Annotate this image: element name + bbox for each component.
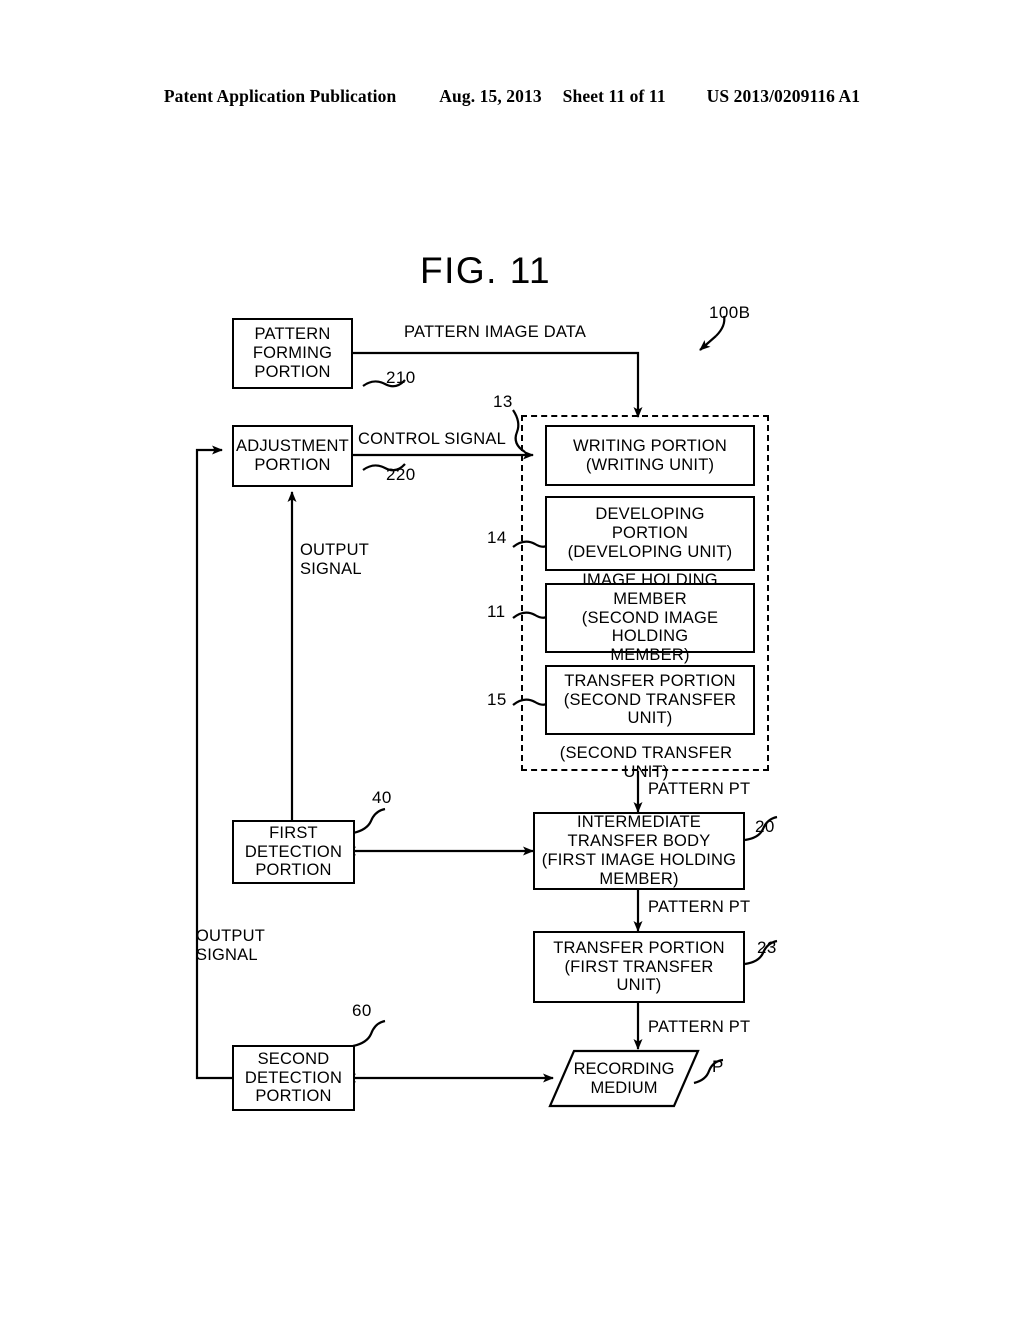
ref-23: 23 <box>757 938 777 957</box>
ref-220: 220 <box>386 465 416 484</box>
ref-15: 15 <box>487 690 507 709</box>
node-image-holding-member[interactable]: IMAGE HOLDING MEMBER (SECOND IMAGE HOLDI… <box>545 571 755 664</box>
figure-diagram <box>0 0 1024 1320</box>
node-second-detection-portion-label: SECOND DETECTION PORTION <box>244 1049 343 1106</box>
ref-20: 20 <box>755 817 775 836</box>
node-transfer-portion-second-label: TRANSFER PORTION (SECOND TRANSFER UNIT) <box>563 671 737 728</box>
label-pattern-pt-3: PATTERN PT <box>648 1018 751 1036</box>
label-output-signal-lower: OUTPUT SIGNAL <box>196 927 266 964</box>
node-first-detection-portion-label: FIRST DETECTION PORTION <box>244 823 343 880</box>
ref-100B: 100B <box>709 303 751 322</box>
label-output-signal-upper: OUTPUT SIGNAL <box>300 541 370 578</box>
group-second-transfer-unit-label: (SECOND TRANSFER UNIT) <box>559 744 733 781</box>
ref-210: 210 <box>386 368 416 387</box>
node-transfer-portion-first-label: TRANSFER PORTION (FIRST TRANSFER UNIT) <box>553 938 725 995</box>
node-intermediate-transfer-body-label: INTERMEDIATE TRANSFER BODY (FIRST IMAGE … <box>541 813 737 888</box>
node-recording-medium[interactable]: RECORDING MEDIUM <box>548 1049 700 1108</box>
label-pattern-image-data: PATTERN IMAGE DATA <box>404 323 587 341</box>
node-second-detection-portion[interactable]: SECOND DETECTION PORTION <box>232 1045 355 1111</box>
leader-60 <box>352 1019 386 1048</box>
label-pattern-pt-1: PATTERN PT <box>648 780 751 798</box>
edge-output-signal-lower <box>195 445 232 1080</box>
node-transfer-portion-first[interactable]: TRANSFER PORTION (FIRST TRANSFER UNIT) <box>533 931 745 1003</box>
node-first-detection-portion[interactable]: FIRST DETECTION PORTION <box>232 820 355 884</box>
node-image-holding-member-label: IMAGE HOLDING MEMBER (SECOND IMAGE HOLDI… <box>581 571 719 665</box>
ref-14: 14 <box>487 528 507 547</box>
ref-40: 40 <box>372 788 392 807</box>
node-pattern-forming-portion-label: PATTERN FORMING PORTION <box>252 325 333 381</box>
node-adjustment-portion[interactable]: ADJUSTMENT PORTION <box>232 425 353 487</box>
node-transfer-portion-second[interactable]: TRANSFER PORTION (SECOND TRANSFER UNIT) <box>545 665 755 735</box>
connector-layer <box>195 315 778 1085</box>
label-pattern-pt-2: PATTERN PT <box>648 898 751 916</box>
node-developing-portion-label: DEVELOPING PORTION (DEVELOPING UNIT) <box>567 505 733 561</box>
node-intermediate-transfer-body[interactable]: INTERMEDIATE TRANSFER BODY (FIRST IMAGE … <box>533 812 745 890</box>
node-writing-portion[interactable]: WRITING PORTION (WRITING UNIT) <box>545 425 755 486</box>
ref-60: 60 <box>352 1001 372 1020</box>
node-pattern-forming-portion[interactable]: PATTERN FORMING PORTION <box>232 318 353 389</box>
ref-13: 13 <box>493 392 513 411</box>
leader-100B-shaft <box>699 335 717 351</box>
leader-40 <box>352 807 386 835</box>
ref-11: 11 <box>487 602 506 621</box>
ref-P: P <box>712 1057 724 1076</box>
node-writing-portion-label: WRITING PORTION (WRITING UNIT) <box>573 436 727 474</box>
node-recording-medium-label: RECORDING MEDIUM <box>573 1059 675 1097</box>
node-developing-portion[interactable]: DEVELOPING PORTION (DEVELOPING UNIT) <box>545 496 755 571</box>
node-adjustment-portion-label: ADJUSTMENT PORTION <box>236 437 349 474</box>
label-control-signal: CONTROL SIGNAL <box>358 430 506 448</box>
